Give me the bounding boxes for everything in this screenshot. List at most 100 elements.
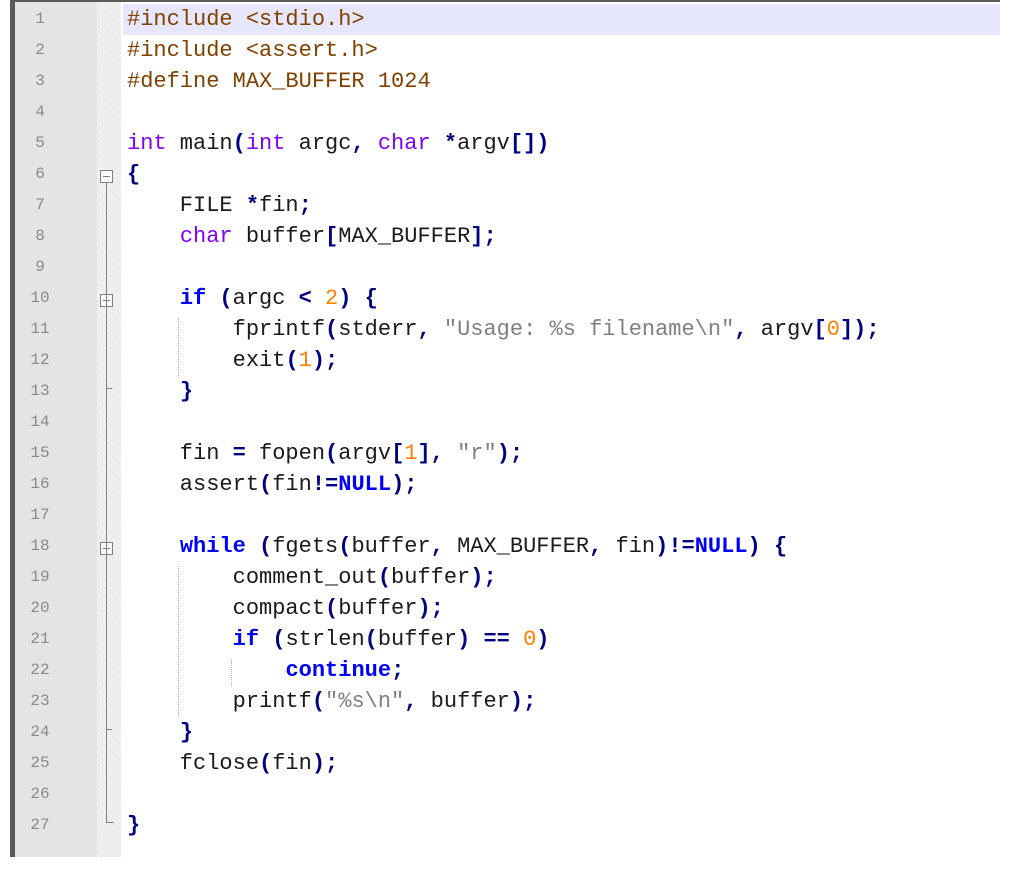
code-text: fclose(fin); [127,748,338,779]
code-line[interactable]: 17 [15,500,1000,531]
code-line[interactable]: 18 while (fgets(buffer, MAX_BUFFER, fin)… [15,531,1000,562]
code-area[interactable]: } [123,717,1000,748]
code-area[interactable]: printf("%s\n", buffer); [123,686,1000,717]
code-area[interactable] [123,500,1000,531]
token-op: ) [338,286,352,311]
code-line[interactable]: 25 fclose(fin); [15,748,1000,779]
code-editor[interactable]: 1 #include <stdio.h> 2 #include <assert.h> 3… [10,0,1000,857]
token-pp: #include <assert.h> [127,38,378,63]
code-line[interactable]: 19 comment_out(buffer); [15,562,1000,593]
code-area[interactable]: int main(int argc, char *argv[]) [123,128,1000,159]
token-id [246,534,259,559]
code-area[interactable]: assert(fin!=NULL); [123,469,1000,500]
code-text: fprintf(stderr, "Usage: %s filename\n", … [127,314,880,345]
token-id: fin [127,441,233,466]
token-id: MAX_BUFFER [338,224,471,249]
code-area[interactable]: compact(buffer); [123,593,1000,624]
code-line[interactable]: 6{ [15,159,1000,190]
code-line[interactable]: 5 int main(int argc, char *argv[]) [15,128,1000,159]
code-line[interactable]: 14 [15,407,1000,438]
token-id [761,534,774,559]
token-id [127,379,180,404]
code-area[interactable] [123,97,1000,128]
line-number: 6 [35,165,45,183]
code-area[interactable]: #include <assert.h> [123,35,1000,66]
token-op: ; [391,658,405,683]
code-line[interactable]: 4 [15,97,1000,128]
code-line[interactable]: 2 #include <assert.h> [15,35,1000,66]
token-op: ); [391,472,418,497]
code-area[interactable]: FILE *fin; [123,190,1000,221]
code-line[interactable]: 3 #define MAX_BUFFER 1024 [15,66,1000,97]
fold-collapse-icon[interactable] [100,170,113,183]
token-kb: NULL [694,534,748,559]
code-line[interactable]: 15 fin = fopen(argv[1], "r"); [15,438,1000,469]
line-number: 18 [30,537,50,555]
code-area[interactable]: continue; [123,655,1000,686]
code-area[interactable] [123,779,1000,810]
code-area[interactable]: if (argc < 2) { [123,283,1000,314]
token-id: argv [457,131,510,156]
token-pp: #define MAX_BUFFER 1024 [127,69,431,94]
token-str: "Usage: %s filename\n" [443,317,735,342]
token-op: ); [509,689,537,714]
token-num: 0 [523,627,537,652]
token-op: ( [219,286,233,311]
token-op: ( [272,627,286,652]
code-area[interactable]: { [123,159,1000,190]
code-line[interactable]: 21 if (strlen(buffer) == 0) [15,624,1000,655]
code-area[interactable]: } [123,376,1000,407]
code-line[interactable]: 7 FILE *fin; [15,190,1000,221]
code-line[interactable]: 9 [15,252,1000,283]
code-area[interactable]: if (strlen(buffer) == 0) [123,624,1000,655]
code-line[interactable]: 20 compact(buffer); [15,593,1000,624]
code-area[interactable]: while (fgets(buffer, MAX_BUFFER, fin)!=N… [123,531,1000,562]
token-id [127,720,180,745]
token-op: , [351,131,365,156]
token-id [259,627,272,652]
token-op: * [443,131,458,156]
code-area[interactable]: exit(1); [123,345,1000,376]
token-op: ) [457,627,471,652]
code-area[interactable] [123,407,1000,438]
code-line[interactable]: 11 fprintf(stderr, "Usage: %s filename\n… [15,314,1000,345]
code-area[interactable]: fprintf(stderr, "Usage: %s filename\n", … [123,314,1000,345]
code-text: } [127,376,193,407]
code-line[interactable]: 23 printf("%s\n", buffer); [15,686,1000,717]
code-area[interactable]: #define MAX_BUFFER 1024 [123,66,1000,97]
code-line[interactable]: 16 assert(fin!=NULL); [15,469,1000,500]
token-id [127,534,180,559]
code-text: { [127,159,140,190]
token-id: fgets [272,534,339,559]
code-line[interactable]: 26 [15,779,1000,810]
code-line[interactable]: 12 exit(1); [15,345,1000,376]
code-line[interactable]: 13 } [15,376,1000,407]
token-op: } [127,813,141,838]
token-id: fopen [245,441,326,466]
code-line[interactable]: 22 continue; [15,655,1000,686]
line-number: 7 [35,196,45,214]
code-line[interactable]: 1 #include <stdio.h> [15,4,1000,35]
code-area[interactable]: char buffer[MAX_BUFFER]; [123,221,1000,252]
code-text: if (strlen(buffer) == 0) [127,624,550,655]
line-number: 9 [35,258,45,276]
token-op: ); [311,348,339,373]
token-id: buffer [391,565,471,590]
code-area[interactable]: } [123,810,1000,841]
code-area[interactable]: #include <stdio.h> [123,4,1000,35]
line-number: 5 [35,134,45,152]
code-area[interactable]: fclose(fin); [123,748,1000,779]
code-area[interactable]: fin = fopen(argv[1], "r"); [123,438,1000,469]
token-id [365,131,378,156]
line-number: 12 [30,351,50,369]
code-area[interactable] [123,252,1000,283]
code-line[interactable]: 8 char buffer[MAX_BUFFER]; [15,221,1000,252]
line-number: 11 [30,320,50,338]
code-area[interactable]: comment_out(buffer); [123,562,1000,593]
code-line[interactable]: 27} [15,810,1000,841]
token-id: fin [272,751,312,776]
token-id: main [166,131,233,156]
token-id [431,317,444,342]
code-line[interactable]: 10 if (argc < 2) { [15,283,1000,314]
code-line[interactable]: 24 } [15,717,1000,748]
